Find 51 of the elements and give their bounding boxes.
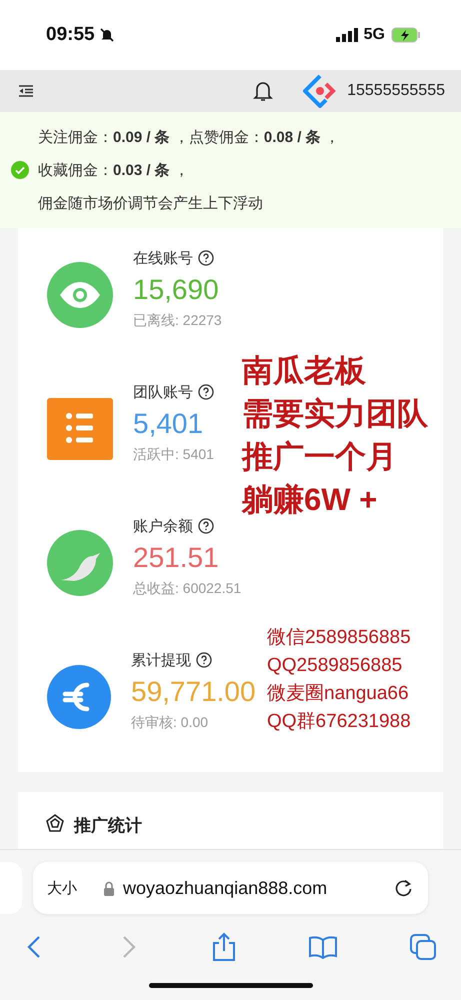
notice-text: 关注佣金：0.09 / 条 ，点赞佣金：0.08 / 条 ，: [38, 128, 340, 146]
stat-label: 账户余额: [133, 516, 193, 536]
overlay-contact: 微信2589856885: [267, 626, 411, 650]
book-icon[interactable]: [308, 935, 338, 959]
network-label: 5G: [364, 26, 385, 44]
pentagon-icon: [46, 814, 64, 832]
stat-subtext: 已离线: 22273: [133, 312, 222, 330]
url-text: woyaozhuanqian888.com: [123, 878, 328, 898]
tabs-icon[interactable]: [409, 933, 437, 961]
stat-label: 在线账号: [133, 248, 193, 268]
list-icon: [47, 398, 113, 460]
overlay-contact: 微麦圈nangua66: [267, 682, 410, 706]
stat-value: 15,690: [133, 274, 220, 306]
notice-text: 收藏佣金：0.03 / 条 ，: [38, 160, 190, 180]
notice-text: 佣金随市场价调节会产生上下浮动: [38, 194, 264, 212]
eye-icon: [47, 262, 113, 328]
bell-icon[interactable]: [253, 80, 274, 102]
battery-icon: [391, 27, 421, 43]
section-title: 推广统计: [74, 815, 142, 837]
overlay-headline: 需要实力团队: [242, 395, 428, 432]
lock-icon: [103, 880, 115, 896]
reload-icon[interactable]: [394, 878, 414, 898]
share-icon[interactable]: [210, 932, 236, 962]
stat-subtext: 总收益: 60022.51: [133, 580, 242, 598]
text-size-button[interactable]: 大小: [47, 878, 77, 898]
bird-icon: [47, 530, 113, 596]
signal-icon: [336, 28, 358, 42]
help-icon: [198, 518, 214, 534]
help-icon: [198, 384, 214, 400]
menu-fold-icon[interactable]: [18, 84, 34, 98]
stat-value: 5,401: [133, 408, 204, 440]
stat-value: 251.51: [133, 542, 220, 574]
muted-bell-icon: [98, 27, 115, 43]
stat-label: 累计提现: [131, 650, 191, 670]
overlay-headline: 南瓜老板: [242, 352, 367, 389]
stat-value: 59,771.00: [131, 676, 256, 708]
account-phone[interactable]: 15555555555: [347, 82, 445, 100]
check-circle-icon: [11, 161, 29, 179]
clock-time: 09:55: [46, 24, 95, 46]
help-icon: [198, 250, 214, 266]
help-icon: [196, 652, 212, 668]
overlay-contact: QQ群676231988: [267, 710, 411, 734]
address-bar[interactable]: 大小 woyaozhuanqian888.com: [33, 862, 428, 914]
stat-label: 团队账号: [133, 382, 193, 402]
euro-icon: [47, 665, 111, 729]
logo-icon: [303, 74, 338, 108]
overlay-headline: 躺赚6W +: [242, 481, 378, 518]
stat-subtext: 活跃中: 5401: [133, 446, 214, 464]
stat-subtext: 待审核: 0.00: [131, 714, 210, 732]
overlay-contact: QQ2589856885: [267, 654, 404, 678]
overlay-headline: 推广一个月: [242, 438, 398, 475]
